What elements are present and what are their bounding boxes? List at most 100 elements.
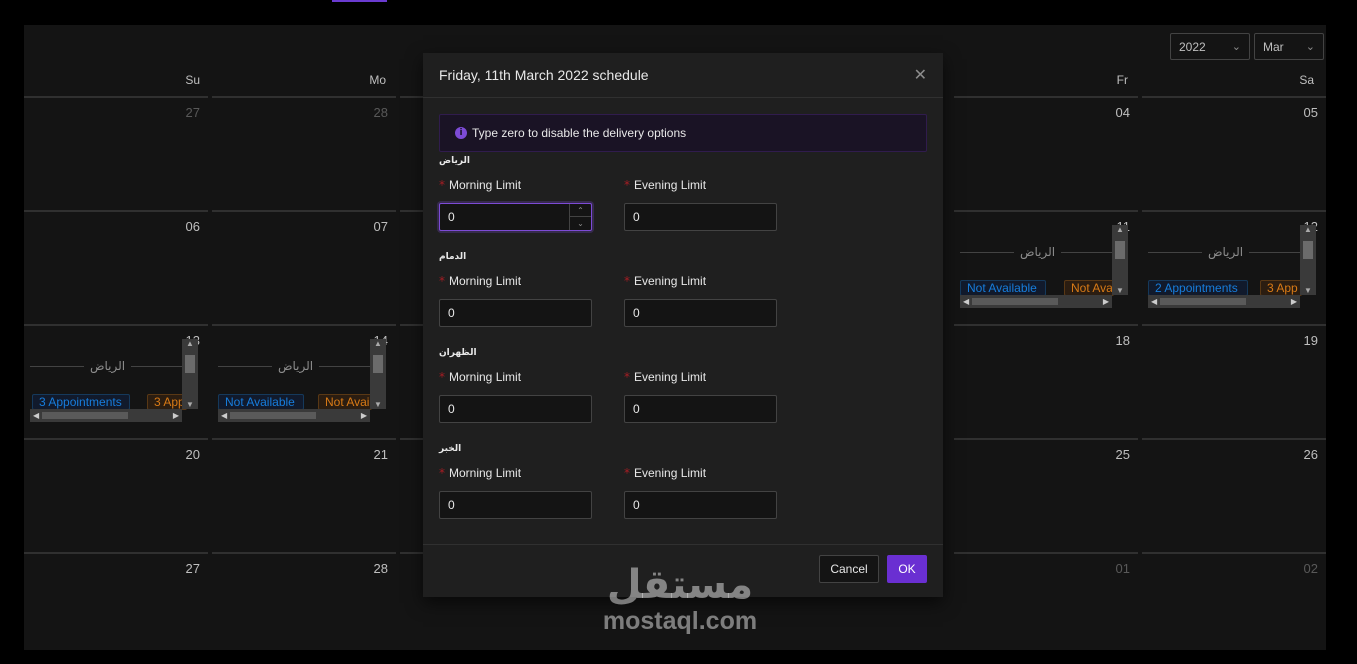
info-icon: i [455, 127, 467, 139]
scroll-left-icon[interactable]: ◀ [33, 409, 39, 422]
ok-button[interactable]: OK [887, 555, 927, 583]
day-cell[interactable]: 19 [1142, 324, 1326, 436]
day-cell-11[interactable]: 11 الرياض Not Available Not Avai ▲▼ ◀▶ [954, 210, 1138, 322]
year-select[interactable]: 2022 ⌄ [1170, 33, 1250, 60]
required-mark: * [439, 178, 445, 192]
scroll-right-icon[interactable]: ▶ [1291, 295, 1297, 308]
scroll-down-icon[interactable]: ▼ [182, 400, 198, 409]
horizontal-scrollbar[interactable]: ◀ ▶ [30, 409, 182, 422]
day-cell[interactable]: 27 [24, 552, 208, 664]
scroll-thumb[interactable] [185, 355, 195, 373]
month-select[interactable]: Mar ⌄ [1254, 33, 1324, 60]
close-icon[interactable]: ✕ [914, 65, 927, 85]
morning-limit-field: * Morning Limit 0 ⌃ ⌄ [439, 178, 592, 231]
input-value: 0 [633, 402, 640, 416]
scroll-down-icon[interactable]: ▼ [370, 400, 386, 409]
status-badge[interactable]: Not Avai [1064, 280, 1114, 296]
scroll-up-icon[interactable]: ▲ [1300, 225, 1316, 234]
modal-footer: Cancel OK [423, 544, 943, 597]
horizontal-scrollbar[interactable]: ◀ ▶ [960, 295, 1112, 308]
day-cell[interactable]: 07 [212, 210, 396, 322]
morning-label: Morning Limit [449, 274, 522, 288]
evening-limit-input[interactable]: 0 [624, 299, 777, 327]
evening-label: Evening Limit [634, 274, 707, 288]
day-cell-12[interactable]: 12 الرياض 2 Appointments 3 App ▲▼ ◀▶ [1142, 210, 1326, 322]
status-badge[interactable]: 3 App [1260, 280, 1302, 296]
day-cell[interactable]: 05 [1142, 96, 1326, 208]
field-label: * Morning Limit [439, 178, 592, 198]
scroll-thumb[interactable] [1303, 241, 1313, 259]
scroll-thumb[interactable] [230, 412, 316, 419]
status-badge[interactable]: Not Avai [318, 394, 372, 410]
morning-limit-input[interactable]: 0 [439, 299, 592, 327]
evening-limit-input[interactable]: 0 [624, 203, 777, 231]
scroll-left-icon[interactable]: ◀ [1151, 295, 1157, 308]
field-label: * Evening Limit [624, 274, 777, 294]
day-cell[interactable]: 21 [212, 438, 396, 550]
vertical-scrollbar[interactable]: ▲ ▼ [182, 339, 198, 409]
vertical-scrollbar[interactable]: ▲ ▼ [370, 339, 386, 409]
required-mark: * [624, 274, 630, 288]
day-cell[interactable]: 20 [24, 438, 208, 550]
evening-limit-field: * Evening Limit 0 [624, 178, 777, 231]
scroll-thumb[interactable] [1160, 298, 1246, 305]
input-value: 0 [633, 210, 640, 224]
morning-limit-input[interactable]: 0 [439, 395, 592, 423]
status-badge[interactable]: Not Available [218, 394, 304, 410]
day-number: 18 [1115, 333, 1130, 348]
vertical-scrollbar[interactable]: ▲ ▼ [1300, 225, 1316, 295]
day-cell[interactable]: 27 [24, 96, 208, 208]
evening-limit-input[interactable]: 0 [624, 395, 777, 423]
evening-limit-input[interactable]: 0 [624, 491, 777, 519]
scroll-up-icon[interactable]: ▲ [182, 339, 198, 348]
day-number: 21 [373, 447, 388, 462]
day-cell-14[interactable]: 14 الرياض Not Available Not Avai ▲▼ ◀▶ [212, 324, 396, 436]
scroll-thumb[interactable] [1115, 241, 1125, 259]
vertical-scrollbar[interactable]: ▲ ▼ [1112, 225, 1128, 295]
weekday-fr: Fr [1116, 73, 1128, 87]
scroll-down-icon[interactable]: ▼ [1112, 286, 1128, 295]
horizontal-scrollbar[interactable]: ◀ ▶ [1148, 295, 1300, 308]
scroll-right-icon[interactable]: ▶ [1103, 295, 1109, 308]
evening-limit-field: * Evening Limit 0 [624, 370, 777, 423]
day-cell[interactable]: 06 [24, 210, 208, 322]
chevron-down-icon[interactable]: ⌄ [570, 217, 591, 230]
scroll-thumb[interactable] [42, 412, 128, 419]
morning-limit-input[interactable]: 0 [439, 491, 592, 519]
scroll-left-icon[interactable]: ◀ [963, 295, 969, 308]
status-badge[interactable]: 3 App [147, 394, 187, 410]
day-cell-13[interactable]: 13 الرياض 3 Appointments 3 App ▲▼ ◀▶ [24, 324, 208, 436]
horizontal-scrollbar[interactable]: ◀ ▶ [218, 409, 370, 422]
scroll-thumb[interactable] [373, 355, 383, 373]
weekday-mo: Mo [369, 73, 386, 87]
cancel-button[interactable]: Cancel [819, 555, 879, 583]
required-mark: * [439, 274, 445, 288]
scroll-up-icon[interactable]: ▲ [370, 339, 386, 348]
day-cell[interactable]: 28 [212, 552, 396, 664]
day-cell[interactable]: 18 [954, 324, 1138, 436]
day-cell[interactable]: 04 [954, 96, 1138, 208]
status-badge[interactable]: Not Available [960, 280, 1046, 296]
city-section: الدمام * Morning Limit 0 * Evening Limit 0 [439, 252, 927, 327]
day-cell[interactable]: 01 [954, 552, 1138, 664]
scroll-up-icon[interactable]: ▲ [1112, 225, 1128, 234]
scroll-down-icon[interactable]: ▼ [1300, 286, 1316, 295]
section-title: الرياض [439, 156, 470, 166]
day-cell[interactable]: 02 [1142, 552, 1326, 664]
status-badge[interactable]: 2 Appointments [1148, 280, 1248, 296]
day-cell[interactable]: 25 [954, 438, 1138, 550]
morning-limit-input[interactable]: 0 ⌃ ⌄ [439, 203, 592, 231]
scroll-left-icon[interactable]: ◀ [221, 409, 227, 422]
scroll-thumb[interactable] [972, 298, 1058, 305]
number-stepper[interactable]: ⌃ ⌄ [569, 204, 591, 230]
scroll-right-icon[interactable]: ▶ [361, 409, 367, 422]
status-badge[interactable]: 3 Appointments [32, 394, 130, 410]
section-title: الظهران [439, 348, 477, 358]
scroll-right-icon[interactable]: ▶ [173, 409, 179, 422]
chevron-up-icon[interactable]: ⌃ [570, 204, 591, 217]
day-cell[interactable]: 28 [212, 96, 396, 208]
city-section: الرياض * Morning Limit 0 ⌃ ⌄ * Evening Lim… [439, 156, 927, 231]
day-cell[interactable]: 26 [1142, 438, 1326, 550]
required-mark: * [624, 466, 630, 480]
evening-limit-field: * Evening Limit 0 [624, 466, 777, 519]
